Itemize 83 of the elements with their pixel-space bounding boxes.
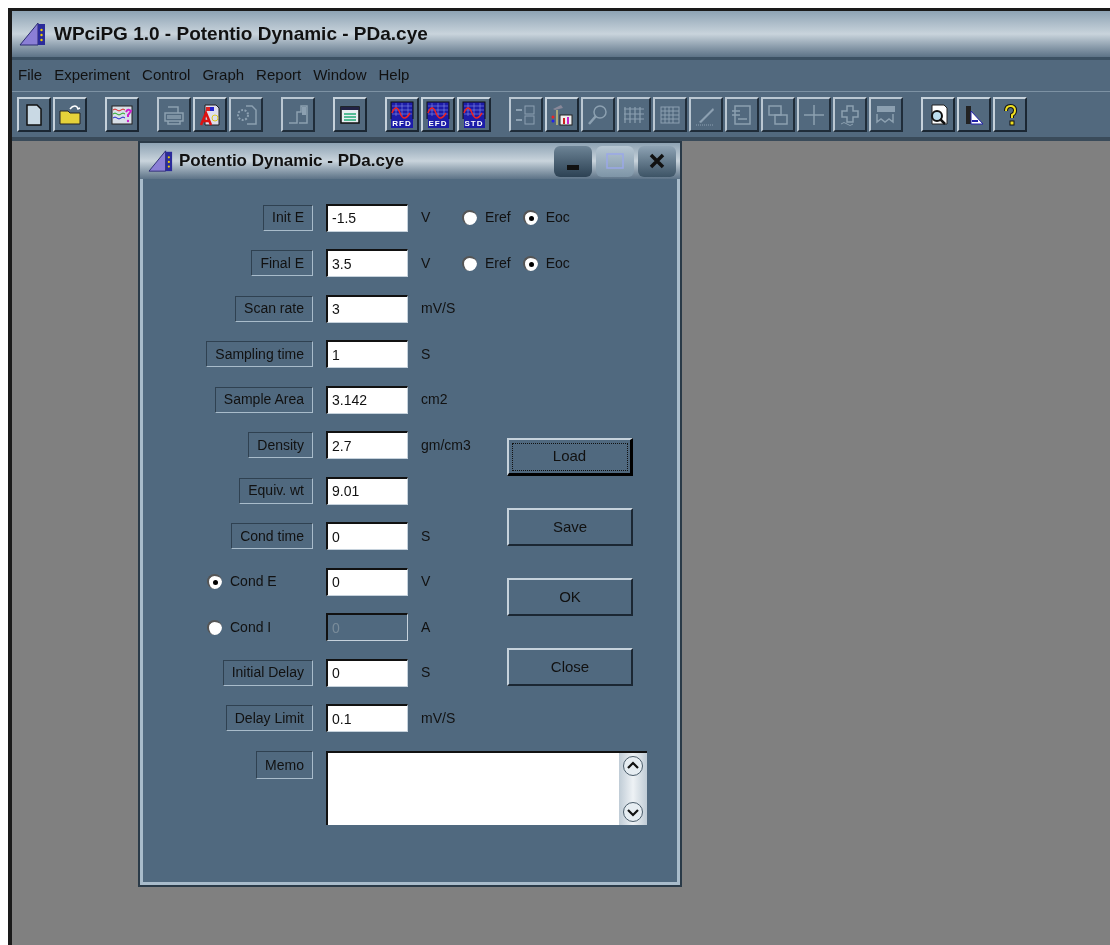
tools-icon bbox=[550, 102, 574, 127]
field-label: Sampling time bbox=[206, 341, 313, 368]
chart-icon bbox=[426, 101, 450, 119]
maximize-icon bbox=[606, 153, 624, 169]
layout-icon bbox=[286, 102, 310, 127]
unit-label: S bbox=[421, 663, 432, 683]
radio-label: Eref bbox=[485, 253, 511, 273]
radio-label: Eoc bbox=[545, 253, 570, 273]
input-field[interactable]: 9.01 bbox=[326, 476, 408, 505]
folder-icon bbox=[58, 102, 82, 127]
note-icon bbox=[730, 102, 754, 127]
field-label: Initial Delay bbox=[222, 659, 313, 686]
radio-button[interactable] bbox=[522, 255, 538, 271]
unit-label: V bbox=[421, 572, 432, 592]
field-label: Cond time bbox=[231, 523, 313, 550]
unit-label: V bbox=[421, 208, 432, 228]
pages-icon bbox=[766, 102, 790, 127]
unit-label: gm/cm3 bbox=[421, 435, 471, 455]
input-field[interactable]: 3 bbox=[326, 294, 408, 323]
unit-label: mV/S bbox=[421, 299, 456, 319]
field-label: Memo bbox=[256, 751, 313, 779]
toolbar-button[interactable] bbox=[957, 97, 991, 132]
input-field[interactable]: 1 bbox=[326, 340, 408, 369]
input-field[interactable]: 2.7 bbox=[326, 431, 408, 460]
chart-icon bbox=[462, 101, 486, 119]
toolbar-button[interactable]: STD bbox=[457, 97, 491, 132]
field-label: Delay Limit bbox=[225, 705, 313, 732]
scroll-down-icon[interactable] bbox=[622, 801, 644, 823]
dialog-title: Potentio Dynamic - PDa.cye bbox=[179, 150, 405, 173]
magnifier-icon bbox=[586, 102, 610, 127]
unit-label: S bbox=[421, 344, 432, 364]
app-logo-icon bbox=[18, 21, 48, 47]
toolbar-button[interactable] bbox=[53, 97, 87, 132]
input-field[interactable]: 0 bbox=[326, 567, 408, 596]
radio-label: Eref bbox=[485, 208, 511, 228]
field-label: Sample Area bbox=[214, 386, 313, 413]
stamp-icon bbox=[838, 102, 862, 127]
field-label: Density bbox=[248, 432, 313, 459]
minimize-button[interactable] bbox=[554, 145, 592, 177]
unit-label: A bbox=[421, 617, 432, 637]
toolbar-button[interactable]: RFD bbox=[385, 97, 419, 132]
field-label: Final E bbox=[251, 250, 313, 277]
field-label: Scan rate bbox=[235, 295, 313, 322]
radio-label: Cond I bbox=[230, 617, 272, 637]
crosshair-icon bbox=[802, 102, 826, 127]
radio-button[interactable] bbox=[462, 255, 477, 271]
toolbar-button[interactable] bbox=[193, 97, 227, 132]
window-title: WPciPG 1.0 - Potentio Dynamic - PDa.cye bbox=[54, 21, 428, 46]
input-field[interactable]: 0.1 bbox=[326, 704, 408, 733]
radio-label: Cond E bbox=[230, 572, 277, 592]
memo-field[interactable] bbox=[326, 751, 647, 825]
input-field[interactable]: 3.5 bbox=[326, 249, 408, 278]
scroll-up-icon[interactable] bbox=[622, 755, 644, 777]
toolbar-button[interactable]: EFD bbox=[421, 97, 455, 132]
close-button[interactable] bbox=[638, 145, 676, 177]
close-icon bbox=[649, 153, 665, 169]
input-field[interactable]: 0 bbox=[326, 658, 408, 687]
unit-label: V bbox=[421, 253, 432, 273]
input-field[interactable]: -1.5 bbox=[326, 203, 408, 232]
scrollbar[interactable] bbox=[619, 753, 647, 825]
app-logo-icon bbox=[147, 149, 175, 173]
toolbar-button[interactable] bbox=[333, 97, 367, 132]
checkboxes-icon bbox=[514, 102, 538, 127]
waves-icon bbox=[110, 102, 134, 127]
toolbar-button[interactable] bbox=[105, 97, 139, 132]
radio-label: Eoc bbox=[545, 208, 570, 228]
report-icon bbox=[198, 102, 222, 127]
input-field[interactable]: 0 bbox=[326, 522, 408, 551]
input-field[interactable]: 3.142 bbox=[326, 385, 408, 414]
radio-button[interactable] bbox=[462, 210, 477, 226]
chart-icon bbox=[390, 101, 414, 119]
unit-label: S bbox=[421, 526, 432, 546]
unit-label: cm2 bbox=[421, 390, 449, 410]
radio-button[interactable] bbox=[207, 574, 222, 590]
toolbar-button[interactable] bbox=[921, 97, 955, 132]
field-label: Equiv. wt bbox=[239, 477, 313, 504]
toolbar-button[interactable] bbox=[17, 97, 51, 132]
toolbar-button[interactable] bbox=[993, 97, 1027, 132]
minimize-icon bbox=[567, 164, 579, 170]
field-label: Init E bbox=[263, 204, 313, 231]
radio-button[interactable] bbox=[522, 210, 538, 226]
unit-label: mV/S bbox=[421, 708, 456, 728]
toolbar-button[interactable] bbox=[545, 97, 579, 132]
